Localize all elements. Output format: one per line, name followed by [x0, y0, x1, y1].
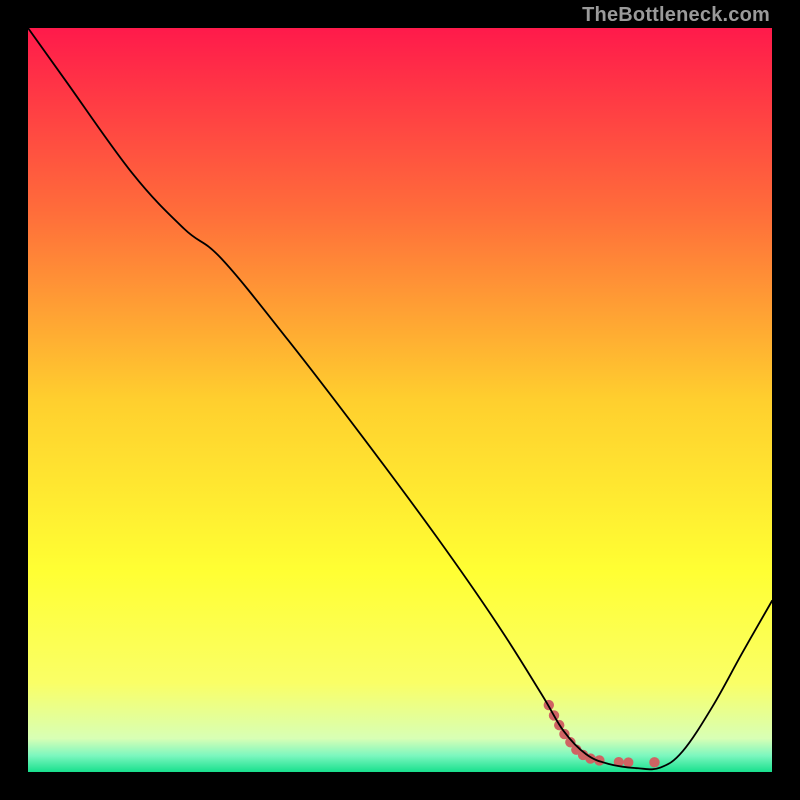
watermark-label: TheBottleneck.com: [582, 4, 770, 27]
plot-area: [28, 28, 772, 772]
marker-dot: [649, 757, 659, 767]
chart-frame: TheBottleneck.com: [0, 0, 800, 800]
bottleneck-chart: [28, 28, 772, 772]
marker-dot: [623, 757, 633, 767]
gradient-background: [28, 28, 772, 772]
